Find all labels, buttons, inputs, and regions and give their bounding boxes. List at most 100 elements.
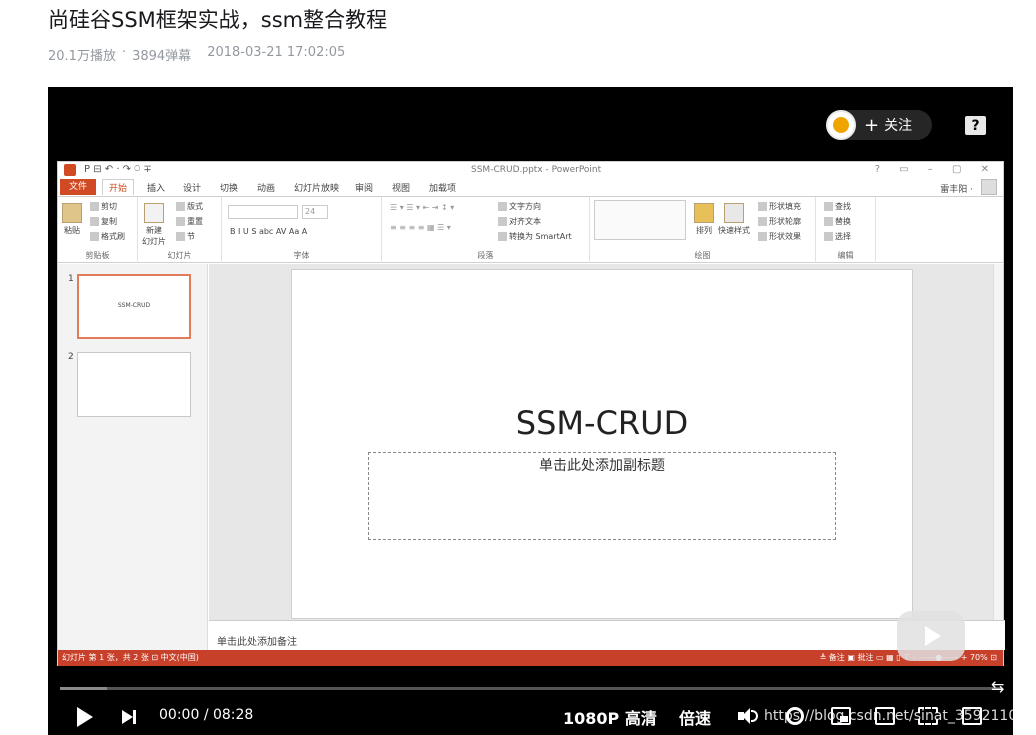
ribbon-group-font: 24 B I U S abc AV Aa A 字体: [222, 197, 382, 263]
page-root: 尚硅谷SSM框架实战，ssm整合教程 20.1万播放 · 3894弹幕 2018…: [0, 0, 1036, 735]
tab-review: 审阅: [355, 184, 374, 194]
brush-icon: [90, 232, 99, 241]
progress-bar[interactable]: [60, 687, 1001, 690]
volume-icon[interactable]: [738, 707, 758, 725]
ribbon-group-drawing: 排列 快速样式 形状填充 形状轮廓 形状效果 绘图: [590, 197, 816, 263]
plus-icon: +: [864, 114, 880, 136]
group-label-drawing: 绘图: [694, 251, 711, 260]
next-icon-bar: [133, 710, 136, 724]
reset-icon: [176, 217, 185, 226]
settings-gear-icon[interactable]: [786, 707, 804, 725]
powerpoint-window: P ⊟ ↶ · ↷ ⍥ ∓ SSM-CRUD.pptx - PowerPoint…: [57, 161, 1005, 666]
video-title: 尚硅谷SSM框架实战，ssm整合教程: [48, 8, 388, 32]
format-painter-button: 格式刷: [90, 231, 125, 242]
tab-transitions: 切换: [220, 184, 239, 194]
web-fullscreen-icon[interactable]: [918, 707, 938, 725]
quality-button[interactable]: 1080P 高清: [563, 705, 657, 729]
ribbon: 粘贴 剪切 复制 格式刷 剪贴板 新建 幻灯片 版式 重置 节 幻灯片 24 B…: [58, 196, 1003, 263]
slide-thumbnail-pane: 1 SSM-CRUD 2: [58, 264, 208, 650]
shape-outline-label: 形状轮廓: [769, 217, 801, 226]
danmaku-count: 3894弹幕: [132, 49, 192, 64]
ribbon-tabs: 文件 开始 插入 设计 切换 动画 幻灯片放映 审阅 视图 加载项 雷丰阳 ·: [58, 179, 1003, 196]
thumbnail-title: SSM-CRUD: [117, 302, 151, 309]
progress-buffered: [60, 687, 108, 690]
scissors-icon: [90, 202, 99, 211]
replace-icon: [824, 217, 833, 226]
text-direction-button: 文字方向: [498, 201, 541, 212]
quick-access-toolbar: P ⊟ ↶ · ↷ ⍥ ∓: [84, 164, 152, 175]
arrange-icon: [694, 203, 714, 223]
quick-styles-icon: [724, 203, 744, 223]
group-label-font: 字体: [293, 251, 310, 260]
copy-label: 复制: [101, 217, 117, 226]
cut-button: 剪切: [90, 201, 117, 212]
ppt-status-bar: 幻灯片 第 1 张，共 2 张 ⊡ 中文(中国) ≜ 备注 ▣ 批注 ▭ ▦ ▯…: [58, 650, 1003, 666]
fullscreen-icon[interactable]: [962, 707, 982, 725]
speed-button[interactable]: 倍速: [679, 705, 711, 729]
shapes-gallery: [594, 200, 686, 240]
current-slide: SSM-CRUD 单击此处添加副标题: [291, 269, 913, 619]
next-button[interactable]: [122, 708, 142, 726]
effects-icon: [758, 232, 767, 241]
align-text-label: 对齐文本: [509, 217, 541, 226]
status-slide-info: 幻灯片 第 1 张，共 2 张 ⊡ 中文(中国): [62, 653, 199, 662]
layout-label: 版式: [187, 202, 203, 211]
paste-button: 粘贴: [62, 203, 82, 236]
speaker-cone: [742, 708, 750, 724]
video-player[interactable]: + 关注 ? P ⊟ ↶ · ↷ ⍥ ∓ SSM-CRUD.pptx - Pow…: [48, 87, 1013, 735]
duration: 08:28: [212, 707, 254, 723]
video-meta: 20.1万播放 · 3894弹幕 2018-03-21 17:02:05: [48, 45, 345, 64]
align-text-icon: [498, 217, 507, 226]
picture-in-picture-icon[interactable]: [831, 707, 851, 725]
play-button[interactable]: [77, 707, 93, 727]
new-slide-label: 新建 幻灯片: [142, 226, 166, 246]
list-buttons: ☰ ▾ ☰ ▾ ⇤ ⇥ ↕ ▾: [390, 203, 455, 212]
ribbon-group-slides: 新建 幻灯片 版式 重置 节 幻灯片: [138, 197, 222, 263]
format-painter-label: 格式刷: [101, 232, 125, 241]
replace-button: 替换: [824, 216, 851, 227]
copy-icon: [90, 217, 99, 226]
bilibili-tv-icon[interactable]: [897, 611, 965, 661]
uploader-logo-icon: [833, 117, 849, 133]
notes-pane: 单击此处添加备注: [209, 620, 1005, 650]
outline-icon: [758, 217, 767, 226]
align-text-button: 对齐文本: [498, 216, 541, 227]
follow-label: 关注: [884, 118, 913, 134]
layout-button: 版式: [176, 201, 203, 212]
text-direction-label: 文字方向: [509, 202, 541, 211]
shape-fill-label: 形状填充: [769, 202, 801, 211]
widescreen-icon[interactable]: [875, 707, 895, 725]
font-name-box: [228, 205, 298, 219]
smartart-label: 转换为 SmartArt: [509, 232, 572, 241]
follow-button[interactable]: + 关注: [826, 110, 932, 140]
tab-addins: 加载项: [429, 184, 457, 194]
powerpoint-logo-icon: [64, 164, 76, 176]
ppt-user-name: 雷丰阳 ·: [940, 185, 973, 195]
ppt-titlebar: P ⊟ ↶ · ↷ ⍥ ∓ SSM-CRUD.pptx - PowerPoint…: [58, 162, 1003, 179]
ppt-window-controls: ? ▭ – ▢ ✕: [874, 164, 997, 175]
time-display: 00:00 / 08:28: [159, 707, 253, 723]
tab-animations: 动画: [257, 184, 276, 194]
text-direction-icon: [498, 202, 507, 211]
help-icon[interactable]: ?: [965, 116, 986, 135]
ribbon-group-paragraph: ☰ ▾ ☰ ▾ ⇤ ⇥ ↕ ▾ ≡ ≡ ≡ ≡ ▦ ☰ ▾ 文字方向 对齐文本 …: [382, 197, 590, 263]
current-time: 00:00: [159, 707, 200, 723]
uploader-avatar[interactable]: [826, 110, 856, 140]
arrange-label: 排列: [696, 226, 712, 235]
find-label: 查找: [835, 202, 851, 211]
quick-styles-label: 快速样式: [718, 226, 750, 235]
ribbon-group-clipboard: 粘贴 剪切 复制 格式刷 剪贴板: [58, 197, 138, 263]
notes-placeholder: 单击此处添加备注: [217, 637, 297, 648]
section-button: 节: [176, 231, 195, 242]
smartart-button: 转换为 SmartArt: [498, 231, 572, 242]
progress-knob-icon[interactable]: ⇆: [991, 678, 1004, 696]
play-icon: [925, 626, 941, 646]
group-label-editing: 编辑: [837, 251, 854, 260]
ppt-user-avatar: [981, 179, 997, 195]
fill-icon: [758, 202, 767, 211]
sound-wave: [751, 710, 758, 722]
shape-effects-button: 形状效果: [758, 231, 801, 242]
subtitle-placeholder-box: 单击此处添加副标题: [368, 452, 836, 540]
new-slide-icon: [144, 203, 164, 223]
slide-editing-area: SSM-CRUD 单击此处添加副标题: [209, 264, 995, 620]
